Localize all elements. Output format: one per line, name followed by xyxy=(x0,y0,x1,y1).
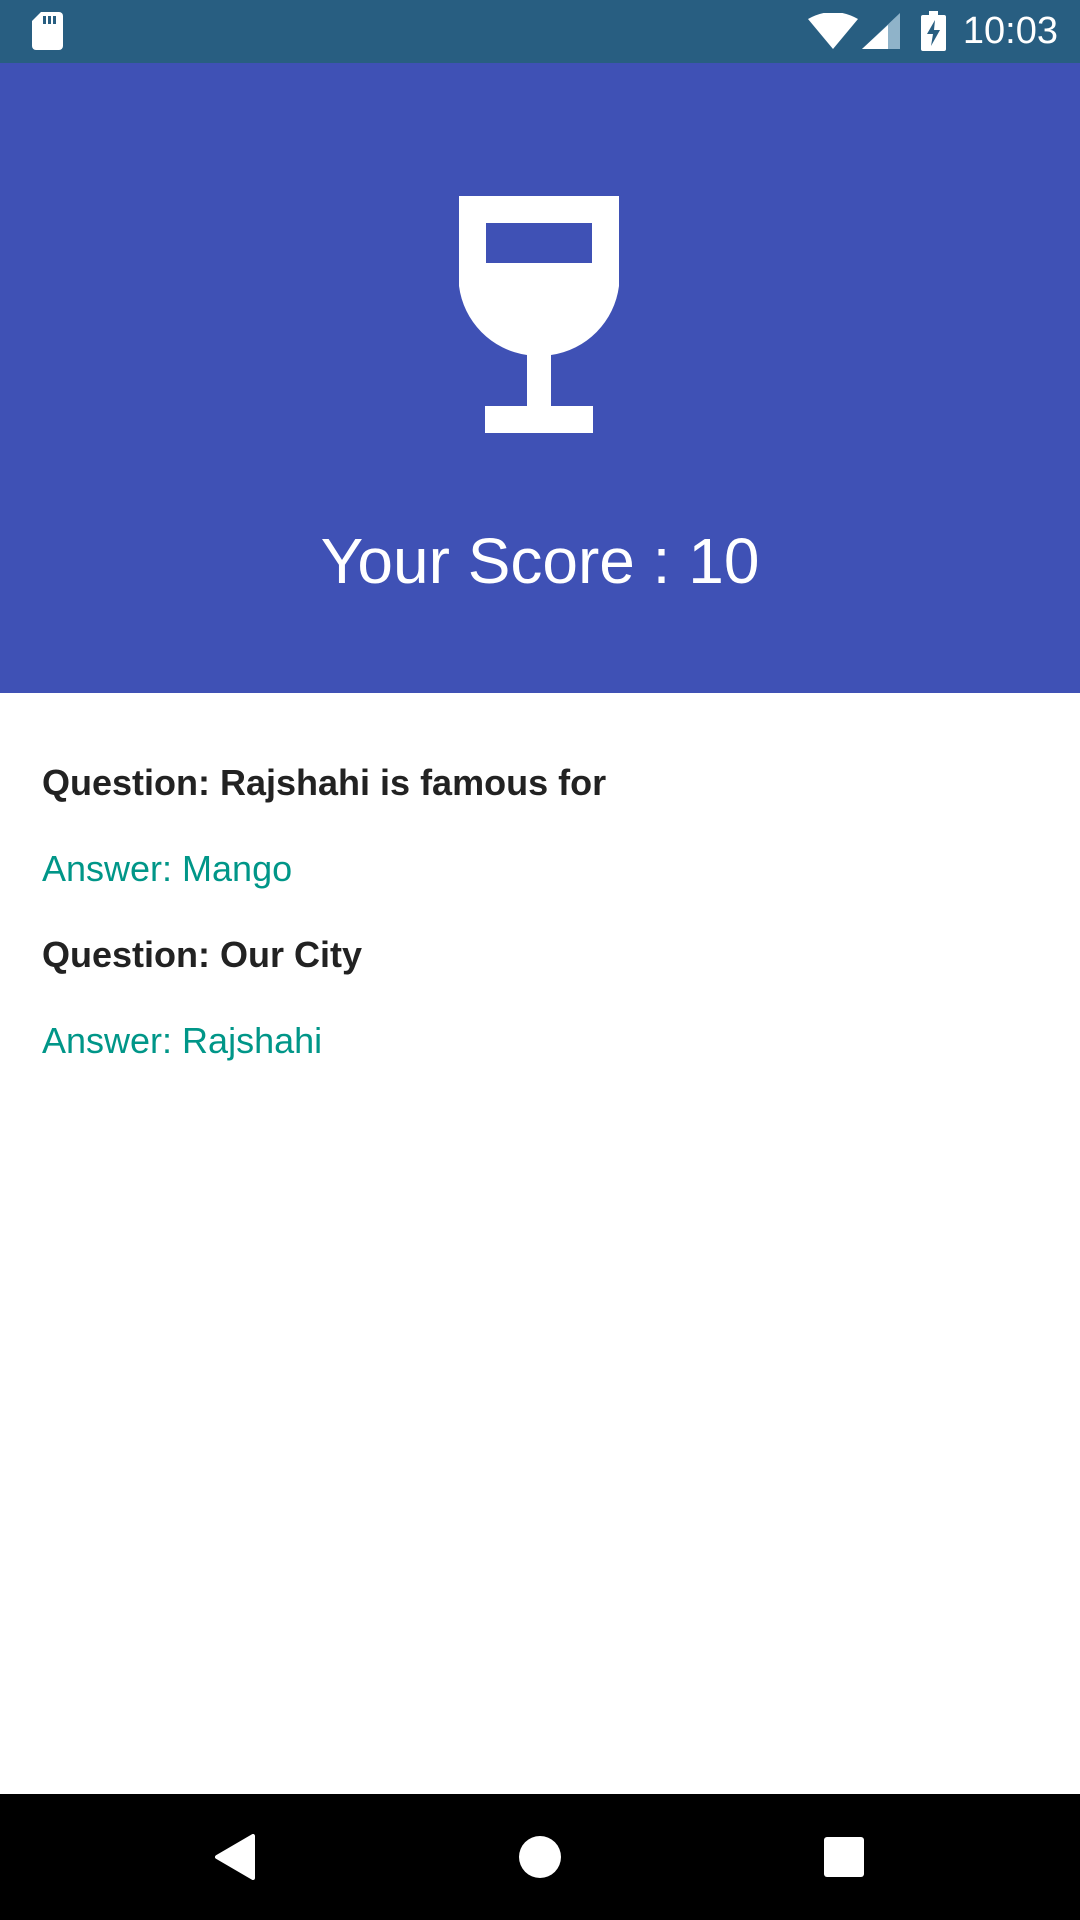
home-button[interactable] xyxy=(504,1821,576,1893)
battery-charging-icon xyxy=(921,11,946,51)
status-clock: 10:03 xyxy=(962,10,1058,52)
navigation-bar xyxy=(0,1794,1080,1920)
score-text: Your Score : 10 xyxy=(320,525,760,597)
status-bar: 10:03 xyxy=(0,0,1080,63)
list-item: Question: Rajshahi is famous for Answer:… xyxy=(42,740,1042,912)
back-icon xyxy=(215,1834,255,1880)
answer-text: Answer: Mango xyxy=(42,848,293,889)
recents-button[interactable] xyxy=(808,1821,880,1893)
cell-signal-icon xyxy=(862,13,900,49)
back-button[interactable] xyxy=(200,1821,272,1893)
results-list: Question: Rajshahi is famous for Answer:… xyxy=(42,740,1042,1084)
question-text: Question: Rajshahi is famous for xyxy=(42,762,607,803)
sd-card-icon xyxy=(32,12,63,50)
question-text: Question: Our City xyxy=(42,934,363,975)
list-item: Question: Our City Answer: Rajshahi xyxy=(42,912,1042,1084)
answer-text: Answer: Rajshahi xyxy=(42,1020,323,1061)
recents-icon xyxy=(824,1837,864,1877)
wifi-icon xyxy=(808,13,858,49)
home-icon xyxy=(519,1836,561,1878)
wine-glass-icon xyxy=(459,196,619,433)
quiz-result-screen: 10:03 Your Score : 10 Question: Rajshahi… xyxy=(0,0,1080,1920)
score-header: Your Score : 10 xyxy=(0,63,1080,693)
